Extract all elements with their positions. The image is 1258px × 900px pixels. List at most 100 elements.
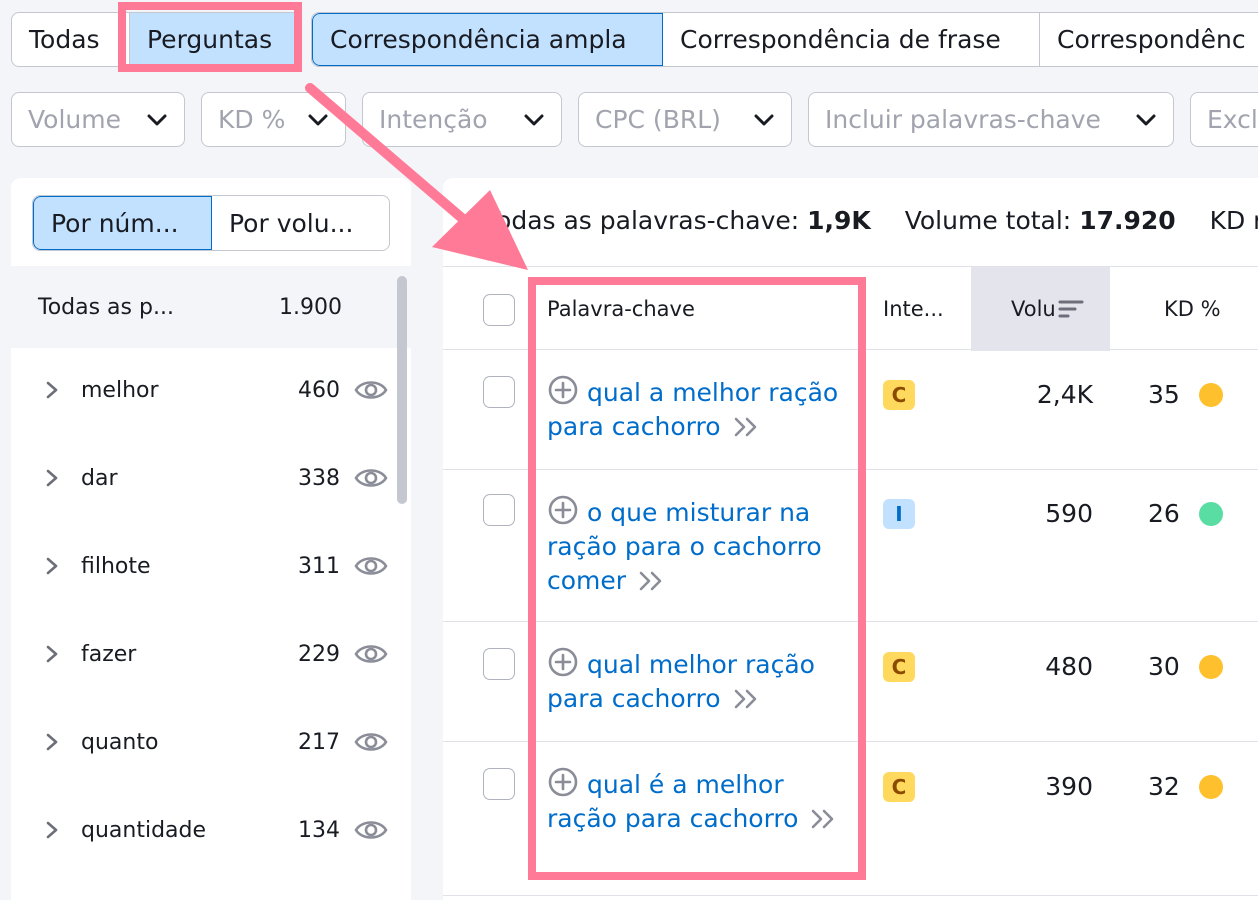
sort-by-number-button[interactable]: Por núm... (33, 196, 212, 250)
keyword-column-header[interactable]: Palavra-chave (547, 267, 695, 351)
cpc-filter-label: CPC (BRL) (595, 105, 721, 134)
intent-badge: I (883, 499, 915, 529)
all-keywords-summary-label: Todas as palavras-chave: (485, 206, 800, 235)
volume-column-header[interactable]: Volu (971, 267, 1110, 351)
kd-value: 26 (1148, 499, 1180, 528)
eye-icon[interactable] (354, 818, 388, 842)
group-label: dar (81, 465, 118, 491)
double-chevron-right-icon[interactable] (733, 416, 759, 438)
volume-filter[interactable]: Volume (11, 92, 185, 147)
row-checkbox[interactable] (483, 768, 515, 800)
include-keywords-label: Incluir palavras-chave (825, 105, 1101, 134)
add-circle-icon[interactable] (547, 494, 579, 526)
double-chevron-right-icon[interactable] (733, 688, 759, 710)
tab-all[interactable]: Todas (12, 13, 130, 66)
match-type-tabs: Correspondência ampla Correspondência de… (311, 12, 1258, 67)
kd-value: 35 (1148, 380, 1180, 409)
keyword-link[interactable]: qual melhor ração para cachorro (547, 646, 847, 716)
keyword-link[interactable]: o que misturar na ração para o cachorro … (547, 494, 847, 598)
intent-column-header[interactable]: Inte... (883, 267, 944, 351)
chevron-right-icon[interactable] (45, 556, 59, 576)
group-count: 134 (298, 817, 340, 843)
intent-badge: C (883, 652, 915, 682)
chevron-down-icon (753, 109, 775, 131)
double-chevron-right-icon[interactable] (810, 808, 836, 830)
intent-badge: C (883, 380, 915, 410)
group-label: filhote (81, 553, 151, 579)
chevron-right-icon[interactable] (45, 380, 59, 400)
question-type-tabs: Todas Perguntas (11, 12, 302, 67)
row-checkbox[interactable] (483, 648, 515, 680)
volume-header-label: Volu (1011, 297, 1056, 321)
group-label: melhor (81, 377, 159, 403)
group-label: quanto (81, 729, 159, 755)
eye-icon[interactable] (354, 378, 388, 402)
keywords-table-panel: Todas as palavras-chave: 1,9K Volume tot… (443, 178, 1258, 900)
chevron-right-icon[interactable] (45, 468, 59, 488)
chevron-right-icon[interactable] (45, 644, 59, 664)
volume-value: 390 (1045, 772, 1093, 801)
keyword-groups-panel: Por núm... Por volu... Todas as p... 1.9… (11, 178, 411, 900)
kd-value: 30 (1148, 652, 1180, 681)
volume-filter-label: Volume (28, 105, 121, 134)
group-label: fazer (81, 641, 137, 667)
row-checkbox[interactable] (483, 376, 515, 408)
include-keywords-filter[interactable]: Incluir palavras-chave (808, 92, 1174, 147)
chevron-right-icon[interactable] (45, 732, 59, 752)
keyword-link[interactable]: qual é a melhor ração para cachorro (547, 766, 847, 836)
all-keywords-summary-value: 1,9K (807, 206, 871, 235)
tab-exact-match[interactable]: Correspondênc (1040, 13, 1258, 66)
list-item[interactable]: dar 338 (11, 448, 411, 508)
eye-icon[interactable] (354, 730, 388, 754)
list-item[interactable]: filhote 311 (11, 536, 411, 596)
group-count: 311 (298, 553, 340, 579)
keyword-text: qual é a melhor ração para cachorro (547, 770, 799, 833)
table-row: qual a melhor ração para cachorro C 2,4K… (443, 350, 1258, 470)
exclude-keywords-filter[interactable]: Excl (1190, 92, 1258, 147)
tab-questions[interactable]: Perguntas (130, 13, 301, 66)
add-circle-icon[interactable] (547, 766, 579, 798)
kd-filter[interactable]: KD % (201, 92, 346, 147)
total-volume-label: Volume total: (904, 206, 1072, 235)
add-circle-icon[interactable] (547, 374, 579, 406)
table-row: qual é a melhor ração para cachorro C 39… (443, 742, 1258, 896)
chevron-down-icon (523, 109, 545, 131)
chevron-right-icon[interactable] (45, 820, 59, 840)
keyword-link[interactable]: qual a melhor ração para cachorro (547, 374, 847, 444)
eye-icon[interactable] (354, 554, 388, 578)
volume-value: 2,4K (1036, 380, 1093, 409)
keyword-text: qual a melhor ração para cachorro (547, 378, 839, 441)
total-volume-value: 17.920 (1079, 206, 1176, 235)
add-circle-icon[interactable] (547, 646, 579, 678)
all-keywords-group[interactable]: Todas as p... 1.900 (11, 266, 411, 348)
sort-by-volume-button[interactable]: Por volu... (212, 196, 389, 250)
intent-badge: C (883, 772, 915, 802)
row-checkbox[interactable] (483, 494, 515, 526)
all-keywords-count: 1.900 (279, 294, 342, 320)
sort-descending-icon[interactable] (1058, 298, 1084, 320)
list-item[interactable]: quanto 217 (11, 712, 411, 772)
tab-phrase-match[interactable]: Correspondência de frase (663, 13, 1040, 66)
select-all-checkbox[interactable] (483, 294, 515, 326)
table-row: o que misturar na ração para o cachorro … (443, 470, 1258, 622)
eye-icon[interactable] (354, 466, 388, 490)
kd-column-header[interactable]: KD % (1164, 267, 1221, 351)
group-count: 338 (298, 465, 340, 491)
eye-icon[interactable] (354, 642, 388, 666)
chevron-down-icon (1135, 109, 1157, 131)
intent-filter-label: Intenção (379, 105, 488, 134)
kd-value: 32 (1148, 772, 1180, 801)
cpc-filter[interactable]: CPC (BRL) (578, 92, 792, 147)
double-chevron-right-icon[interactable] (638, 570, 664, 592)
list-item[interactable]: fazer 229 (11, 624, 411, 684)
group-count: 217 (298, 729, 340, 755)
intent-filter[interactable]: Intenção (362, 92, 562, 147)
list-item[interactable]: melhor 460 (11, 360, 411, 420)
list-item[interactable]: quantidade 134 (11, 800, 411, 860)
chevron-down-icon (307, 109, 329, 131)
kd-indicator (1199, 775, 1223, 799)
avg-kd-label: KD m (1209, 206, 1258, 235)
tab-broad-match[interactable]: Correspondência ampla (312, 13, 663, 66)
group-count: 460 (298, 377, 340, 403)
keyword-text: o que misturar na ração para o cachorro … (547, 498, 822, 595)
